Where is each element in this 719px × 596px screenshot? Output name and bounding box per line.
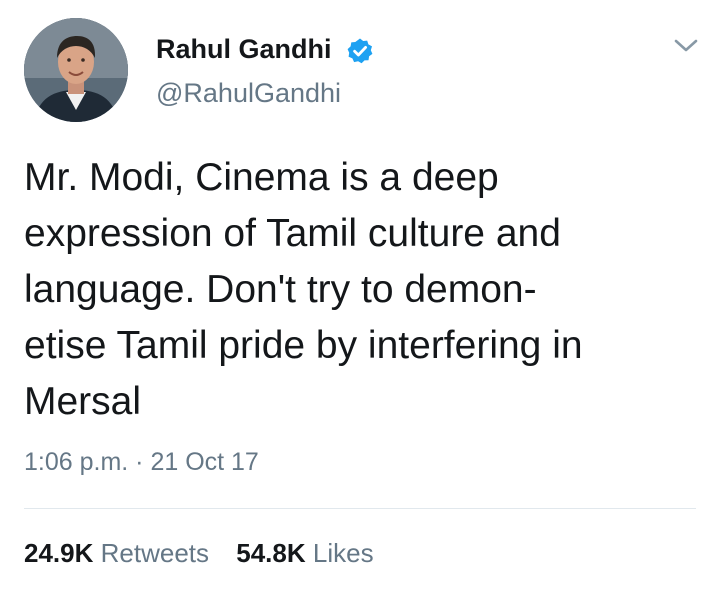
display-name[interactable]: Rahul Gandhi xyxy=(156,34,332,65)
verified-badge-icon xyxy=(347,38,373,64)
divider xyxy=(24,508,696,509)
tweet-card: Rahul Gandhi @RahulGandhi Mr. Modi, Cine… xyxy=(0,0,719,596)
retweets-count: 24.9K xyxy=(24,538,94,568)
chevron-down-icon[interactable] xyxy=(672,36,700,56)
tweet-timestamp[interactable]: 1:06 p.m. · 21 Oct 17 xyxy=(24,448,259,477)
avatar-image xyxy=(24,18,128,122)
user-handle[interactable]: @RahulGandhi xyxy=(156,78,341,109)
avatar[interactable] xyxy=(24,18,128,122)
tweet-stats: 24.9K Retweets 54.8K Likes xyxy=(24,538,394,569)
tweet-text: Mr. Modi, Cinema is a deep expression of… xyxy=(24,156,583,423)
retweets-label: Retweets xyxy=(100,538,210,568)
likes-count: 54.8K xyxy=(236,538,306,568)
likes-label: Likes xyxy=(312,538,374,568)
likes-stat[interactable]: 54.8K Likes xyxy=(236,538,373,569)
retweets-stat[interactable]: 24.9K Retweets xyxy=(24,538,209,569)
